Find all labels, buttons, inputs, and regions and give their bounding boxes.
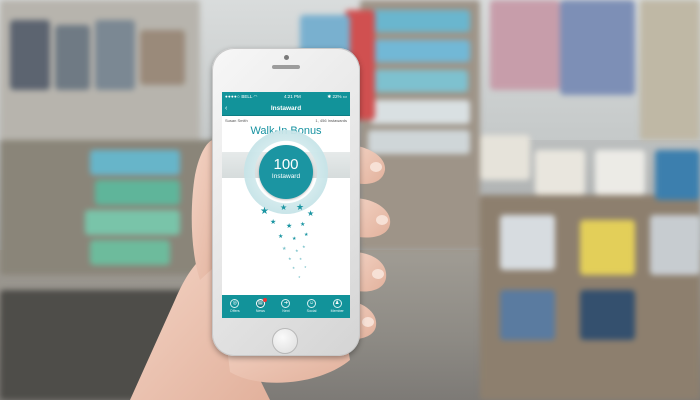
award-value: 100 <box>273 156 299 173</box>
star-icon: ★ <box>282 246 287 252</box>
account-info-bar: Susan Smith 1, 456 Instawards <box>222 116 350 124</box>
home-button[interactable] <box>272 328 298 354</box>
star-icon: ★ <box>292 236 297 242</box>
tab-label: Offers <box>229 308 240 313</box>
star-icon: ★ <box>278 233 283 240</box>
star-icon: ★ <box>288 256 292 261</box>
tab-social[interactable]: ☺ Social <box>301 297 323 317</box>
star-icon: ★ <box>296 202 304 212</box>
star-icon: ★ <box>280 203 287 212</box>
app-header: ‹ Instaward <box>222 101 350 116</box>
social-icon: ☺ <box>307 298 317 308</box>
star-icon: ★ <box>302 244 306 249</box>
earpiece-speaker <box>272 65 300 69</box>
signal-carrier: ●●●●○ BELL ◠ <box>225 94 257 100</box>
bluetooth-icon: ✱ <box>327 93 332 99</box>
tab-news[interactable]: ▤ News <box>249 297 271 317</box>
menu-icon[interactable]: ‹ <box>225 104 235 113</box>
smartphone: ●●●●○ BELL ◠ 4:21 PM ✱ 22% ▭ ‹ Instaward… <box>212 48 360 356</box>
battery-icon: ▭ <box>342 93 347 99</box>
tab-label: News <box>255 308 265 313</box>
star-icon: ★ <box>260 206 269 217</box>
phone-screen: ●●●●○ BELL ◠ 4:21 PM ✱ 22% ▭ ‹ Instaward… <box>222 92 350 318</box>
star-icon: ★ <box>304 265 307 269</box>
tab-label: Next <box>282 308 290 313</box>
status-bar: ●●●●○ BELL ◠ 4:21 PM ✱ 22% ▭ <box>222 92 350 101</box>
star-icon: ★ <box>300 221 305 228</box>
star-icon: ★ <box>299 257 303 261</box>
tab-offers[interactable]: ◎ Offers <box>224 297 246 317</box>
star-icon: ★ <box>286 222 292 230</box>
front-camera <box>284 55 289 60</box>
stars-decoration: ★ ★ ★ ★ ★ ★ ★ ★ ★ ★ ★ ★ ★ ★ ★ ★ ★ ★ <box>260 202 314 279</box>
star-icon: ★ <box>295 248 299 253</box>
tab-next[interactable]: ➜ Next <box>275 297 297 317</box>
bottom-tab-bar: ◎ Offers ▤ News ➜ Next ☺ Social ♟ Member <box>222 295 350 318</box>
clock: 4:21 PM <box>284 94 301 99</box>
battery-area: ✱ 22% ▭ <box>327 94 347 100</box>
tab-member[interactable]: ♟ Member <box>326 297 348 317</box>
points-balance: 1, 456 Instawards <box>315 117 347 123</box>
next-icon: ➜ <box>281 298 291 308</box>
star-icon: ★ <box>307 209 314 218</box>
member-icon: ♟ <box>332 298 342 308</box>
tab-label: Member <box>330 308 344 313</box>
star-icon: ★ <box>298 275 301 279</box>
star-icon: ★ <box>292 266 296 270</box>
star-icon: ★ <box>304 232 309 238</box>
carrier-label: BELL <box>241 93 253 99</box>
battery-percent: 22% <box>332 93 342 99</box>
award-unit: Instaward <box>271 173 301 180</box>
star-icon: ★ <box>270 218 276 226</box>
user-name: Susan Smith <box>225 117 248 123</box>
offers-icon: ◎ <box>230 298 240 308</box>
tab-label: Social <box>306 308 317 313</box>
notification-badge <box>263 297 268 302</box>
signal-icon: ●●●●○ <box>225 93 241 99</box>
wifi-icon: ◠ <box>253 93 258 99</box>
award-badge[interactable]: 100 Instaward <box>259 145 313 199</box>
app-title: Instaward <box>270 104 302 112</box>
